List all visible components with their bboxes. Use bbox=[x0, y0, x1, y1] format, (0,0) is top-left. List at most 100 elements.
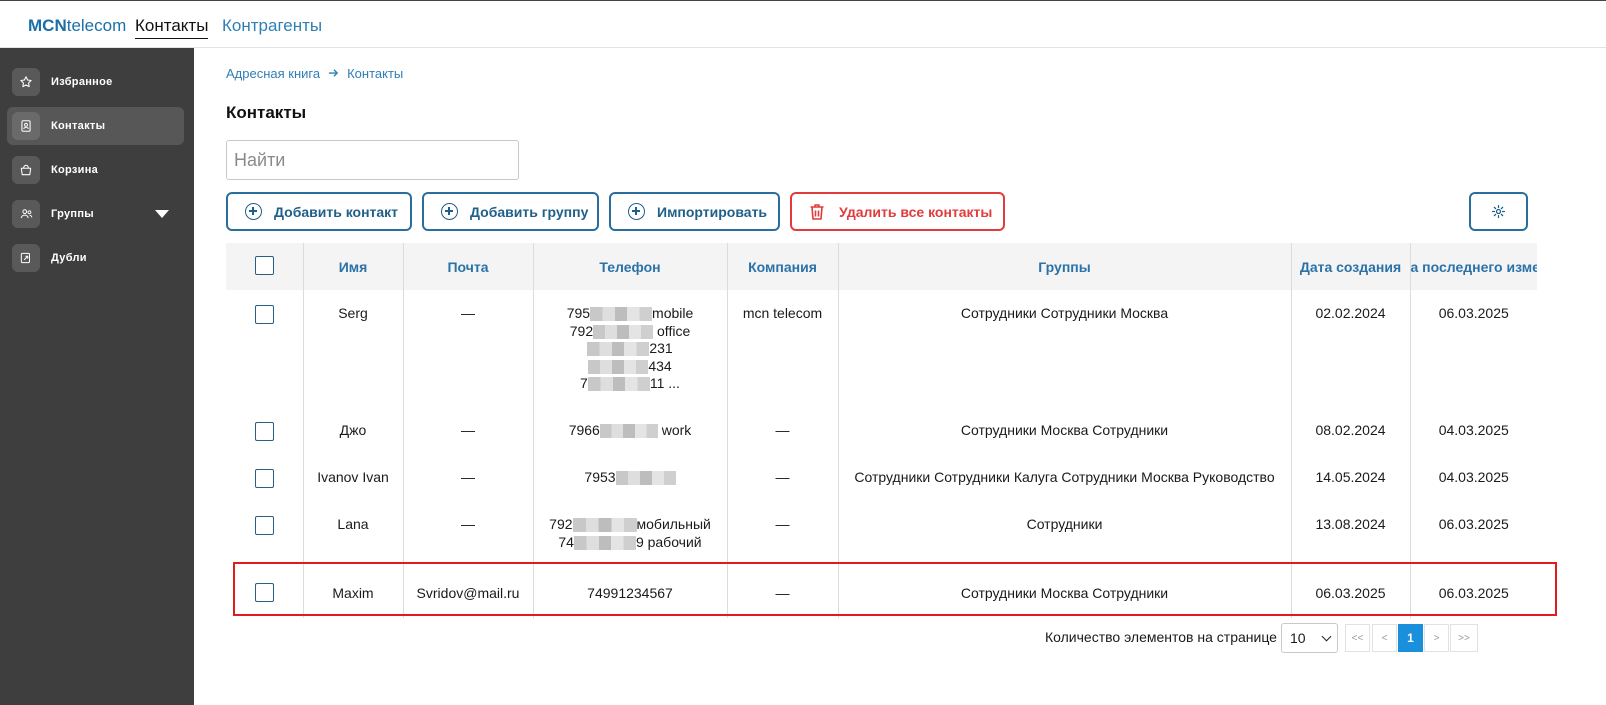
column-header-email[interactable]: Почта bbox=[403, 243, 534, 290]
redacted-block bbox=[599, 424, 658, 439]
cell-email: — bbox=[403, 501, 534, 565]
row-checkbox[interactable] bbox=[254, 469, 274, 488]
cell-company: mcn telecom bbox=[727, 290, 839, 407]
column-header-company[interactable]: Компания bbox=[727, 243, 839, 290]
cell-modified: 04.03.2025 bbox=[1438, 422, 1509, 438]
row-select-cell bbox=[226, 407, 304, 454]
cell-created: 06.03.2025 bbox=[1291, 565, 1411, 618]
column-header-name[interactable]: Имя bbox=[303, 243, 404, 290]
sidebar-item-label: Группы bbox=[51, 208, 94, 220]
phone-line: 792 мобильный bbox=[534, 516, 727, 534]
cell-groups: Сотрудники Москва Сотрудники bbox=[838, 407, 1292, 454]
redacted-block bbox=[615, 471, 676, 486]
cell-phone: 795 mobile 792 office 231 434 7 11 ... bbox=[533, 290, 728, 407]
caret-down-icon[interactable] bbox=[155, 210, 169, 218]
breadcrumb-address-book[interactable]: Адресная книга bbox=[226, 66, 320, 81]
cell-company: — bbox=[727, 501, 839, 565]
search-input[interactable] bbox=[226, 140, 519, 180]
cell-name: Джо bbox=[303, 407, 404, 454]
row-checkbox[interactable] bbox=[254, 305, 274, 324]
redacted-block bbox=[573, 535, 636, 550]
phone-label: 9 рабочий bbox=[635, 533, 702, 550]
star-icon bbox=[12, 68, 40, 96]
phone-label: work bbox=[657, 422, 692, 438]
page-1-button[interactable]: 1 bbox=[1398, 624, 1423, 652]
cell-name: Ivanov Ivan bbox=[303, 454, 404, 501]
next-page-button[interactable]: > bbox=[1424, 624, 1449, 652]
cell-groups: Сотрудники Сотрудники Москва bbox=[838, 290, 1292, 407]
cell-name: Lana bbox=[303, 501, 404, 565]
redacted-block bbox=[587, 377, 650, 392]
table-row[interactable]: Джо — 7966 work — Сотрудники Москва Сотр… bbox=[226, 407, 1537, 454]
topnav-counterparties[interactable]: Контрагенты bbox=[222, 16, 322, 36]
phone-visible-part: 7953 bbox=[584, 469, 616, 485]
phone-line: 795 mobile bbox=[534, 305, 727, 323]
sidebar-item-contacts[interactable]: Контакты bbox=[7, 107, 184, 145]
select-all-checkbox[interactable] bbox=[254, 255, 274, 275]
last-page-button[interactable]: >> bbox=[1450, 624, 1478, 652]
users-icon bbox=[12, 200, 40, 228]
settings-button[interactable] bbox=[1469, 192, 1528, 231]
column-header-groups[interactable]: Группы bbox=[838, 243, 1292, 290]
add-group-label: Добавить группу bbox=[470, 203, 589, 220]
contact-card-icon bbox=[12, 112, 40, 140]
table-row[interactable]: Ivanov Ivan — 7953 — Сотрудники Сотрудни… bbox=[226, 454, 1537, 501]
redacted-block bbox=[593, 324, 654, 339]
row-checkbox[interactable] bbox=[254, 422, 274, 441]
column-header-modified[interactable]: а последнего измен bbox=[1410, 243, 1537, 290]
table-row[interactable]: Lana — 792 мобильный 74 9 рабочий — Сотруд… bbox=[226, 501, 1537, 565]
table-row[interactable]: Serg — 795 mobile 792 office 231 434 7 11 … bbox=[226, 290, 1537, 407]
phone-visible-part: 792 bbox=[569, 322, 594, 339]
cell-name: Maxim bbox=[303, 565, 404, 618]
phone-label: 434 bbox=[648, 357, 672, 374]
cell-email: — bbox=[403, 407, 534, 454]
contacts-table: Имя Почта Телефон Компания Группы Дата с… bbox=[226, 243, 1537, 618]
table-row[interactable]: Maxim Svridov@mail.ru 74991234567 — Сотр… bbox=[226, 565, 1537, 618]
cell-created: 13.08.2024 bbox=[1291, 501, 1411, 565]
prev-page-button[interactable]: < bbox=[1372, 624, 1397, 652]
first-page-button[interactable]: << bbox=[1345, 624, 1370, 652]
cell-modified: 06.03.2025 bbox=[1438, 305, 1509, 321]
row-checkbox[interactable] bbox=[254, 516, 274, 535]
phone-visible-part: 7966 bbox=[568, 422, 600, 438]
redacted-block bbox=[587, 342, 650, 357]
redacted-block bbox=[572, 518, 637, 533]
phone-line: 74991234567 bbox=[534, 585, 727, 603]
row-select-cell bbox=[226, 565, 304, 618]
phone-line: 792 office bbox=[534, 323, 727, 341]
table-header-row: Имя Почта Телефон Компания Группы Дата с… bbox=[226, 243, 1537, 290]
topnav-contacts[interactable]: Контакты bbox=[135, 16, 209, 39]
logo[interactable]: MCNtelecom bbox=[28, 16, 126, 36]
column-header-created[interactable]: Дата создания bbox=[1291, 243, 1411, 290]
basket-icon bbox=[12, 156, 40, 184]
add-contact-button[interactable]: Добавить контакт bbox=[226, 192, 412, 231]
sidebar-item-trash[interactable]: Корзина bbox=[7, 151, 184, 189]
import-label: Импортировать bbox=[657, 203, 768, 220]
page-size-label: Количество элементов на странице bbox=[1045, 629, 1277, 645]
breadcrumb: Адресная книга Контакты bbox=[226, 66, 403, 81]
breadcrumb-contacts[interactable]: Контакты bbox=[347, 66, 403, 81]
phone-line: 74 9 рабочий bbox=[534, 534, 727, 552]
cell-company: — bbox=[727, 454, 839, 501]
phone-line: 434 bbox=[534, 358, 727, 376]
delete-all-button[interactable]: Удалить все контакты bbox=[790, 192, 1005, 231]
column-header-phone[interactable]: Телефон bbox=[533, 243, 728, 290]
cell-company: — bbox=[727, 407, 839, 454]
cell-created: 02.02.2024 bbox=[1291, 290, 1411, 407]
cell-phone: 7953 bbox=[533, 454, 728, 501]
cell-name: Serg bbox=[303, 290, 404, 407]
sidebar-item-duplicates[interactable]: Дубли bbox=[7, 239, 184, 277]
add-group-button[interactable]: Добавить группу bbox=[422, 192, 599, 231]
top-navbar: MCNtelecom Контакты Контрагенты bbox=[0, 0, 1606, 48]
import-button[interactable]: Импортировать bbox=[609, 192, 780, 231]
sidebar-item-favorites[interactable]: Избранное bbox=[7, 63, 184, 101]
sidebar-item-groups[interactable]: Группы bbox=[7, 195, 184, 233]
phone-visible-part: 795 bbox=[566, 305, 591, 321]
page-size-select[interactable]: 10 bbox=[1281, 623, 1338, 653]
phone-visible-part: 74 bbox=[558, 533, 574, 550]
row-select-cell bbox=[226, 501, 304, 565]
phone-visible-part: 74991234567 bbox=[587, 585, 673, 601]
cell-email: Svridov@mail.ru bbox=[403, 565, 534, 618]
chevron-down-icon bbox=[1321, 631, 1332, 642]
row-checkbox[interactable] bbox=[254, 583, 274, 602]
